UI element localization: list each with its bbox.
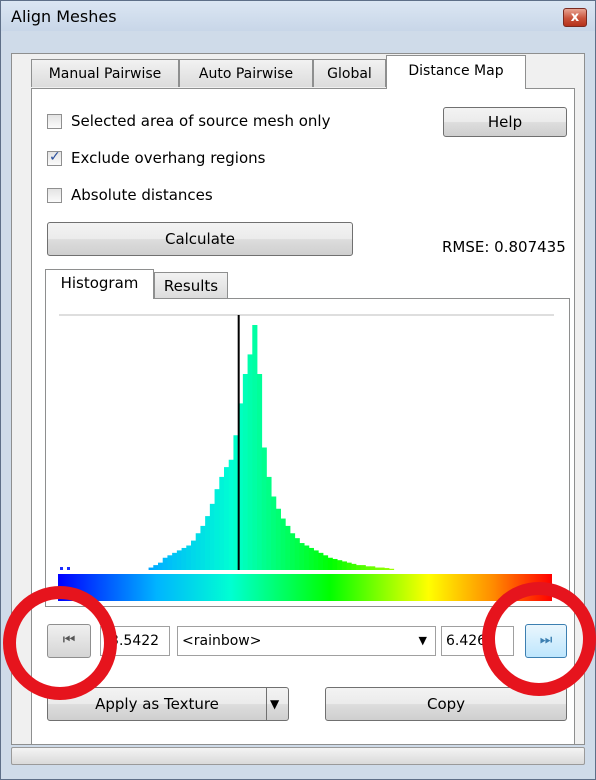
histogram-bar <box>379 567 385 570</box>
split-divider <box>266 688 267 720</box>
histogram-bar <box>242 374 248 570</box>
tab-manual-pairwise[interactable]: Manual Pairwise <box>31 59 179 87</box>
histogram-bar <box>290 533 296 570</box>
absolute-distances-checkbox[interactable] <box>47 188 62 203</box>
histogram-bar <box>360 565 366 570</box>
histogram-bar <box>346 562 352 570</box>
status-bar <box>11 747 585 765</box>
histogram-bar <box>257 374 263 570</box>
histogram-bar <box>200 525 206 570</box>
histogram-bar <box>304 545 310 570</box>
histogram-bar <box>285 525 291 570</box>
histogram-bar <box>195 533 201 570</box>
colormap-select[interactable]: <rainbow> ▼ <box>177 626 436 656</box>
histogram-bar <box>308 547 314 570</box>
histogram-bar <box>205 516 211 570</box>
histogram-bar <box>224 467 230 570</box>
colormap-select-value: <rainbow> <box>182 633 262 649</box>
previous-range-button[interactable]: ⏮ <box>47 624 91 658</box>
copy-label: Copy <box>426 695 466 713</box>
tab-auto-pairwise[interactable]: Auto Pairwise <box>179 59 313 87</box>
histogram-bar <box>153 565 159 570</box>
close-button[interactable]: x <box>563 8 587 27</box>
exclude-overhang-checkbox[interactable]: ✓ <box>47 149 62 166</box>
calculate-button[interactable]: Calculate <box>47 222 353 256</box>
colormap-scale-bar <box>58 574 552 601</box>
histogram-bar <box>181 547 187 570</box>
histogram-bar <box>365 566 371 570</box>
subtab-results[interactable]: Results <box>154 272 228 298</box>
histogram-bar <box>176 550 182 570</box>
histogram-bar <box>341 561 347 570</box>
histogram-bar <box>313 550 319 570</box>
histogram-bar <box>271 496 277 570</box>
histogram-bar <box>167 555 173 570</box>
exclude-overhang-label[interactable]: Exclude overhang regions <box>71 149 265 167</box>
rmse-readout: RMSE: 0.807435 <box>442 238 566 256</box>
window-title: Align Meshes <box>11 7 117 26</box>
histogram-bar <box>374 567 380 570</box>
histogram-bar <box>280 518 286 570</box>
help-button[interactable]: Help <box>443 107 567 137</box>
histogram-bar <box>389 568 395 570</box>
histogram-bar <box>261 447 267 570</box>
histogram-bar <box>186 545 192 570</box>
histogram-bar <box>323 555 329 570</box>
histogram-bar <box>158 562 164 570</box>
apply-as-texture-label: Apply as Texture <box>95 695 219 713</box>
histogram-frame <box>45 298 570 607</box>
selected-area-label[interactable]: Selected area of source mesh only <box>71 112 330 130</box>
absolute-distances-label[interactable]: Absolute distances <box>71 186 213 204</box>
copy-button[interactable]: Copy <box>325 687 567 721</box>
histogram-bar <box>172 552 178 570</box>
outlier-dot <box>67 567 70 570</box>
histogram-bars <box>148 325 395 570</box>
histogram-bar <box>148 567 154 570</box>
title-bar[interactable]: Align Meshes x <box>1 1 595 31</box>
histogram-bar <box>337 560 343 570</box>
tab-global[interactable]: Global <box>313 59 386 87</box>
histogram-bar <box>299 543 305 570</box>
next-range-button[interactable]: ⏭ <box>525 624 567 658</box>
histogram-bar <box>275 508 281 570</box>
histogram-chart <box>58 314 554 601</box>
histogram-bar <box>370 566 376 570</box>
histogram-bar <box>209 503 215 570</box>
histogram-bar <box>214 489 220 570</box>
histogram-bar <box>327 557 333 570</box>
range-min-input[interactable]: -3.5422 <box>100 626 170 656</box>
selected-area-checkbox[interactable] <box>47 114 62 129</box>
histogram-bar <box>294 538 300 570</box>
histogram-bar <box>219 476 225 570</box>
range-max-input[interactable]: 6.4267 <box>441 626 514 656</box>
histogram-bar <box>228 459 234 570</box>
histogram-bar <box>266 476 272 570</box>
dropdown-arrow-icon: ▼ <box>418 634 427 647</box>
align-meshes-window: Align Meshes x Manual Pairwise Auto Pair… <box>0 0 596 780</box>
histogram-bar <box>191 540 197 570</box>
apply-as-texture-button[interactable]: Apply as Texture ▼ <box>47 687 289 721</box>
histogram-bar <box>252 325 258 570</box>
histogram-bar <box>332 558 338 570</box>
histogram-bar <box>318 552 324 570</box>
histogram-bar <box>351 563 357 570</box>
histogram-bar <box>247 354 253 570</box>
checkmark-icon: ✓ <box>49 149 61 165</box>
subtab-histogram[interactable]: Histogram <box>45 269 154 299</box>
tab-distance-map[interactable]: Distance Map <box>386 55 526 89</box>
outlier-dot <box>60 567 63 570</box>
histogram-bar <box>384 568 390 570</box>
histogram-bar <box>162 557 168 570</box>
histogram-bar <box>356 565 362 570</box>
dropdown-arrow-icon[interactable]: ▼ <box>270 688 279 720</box>
